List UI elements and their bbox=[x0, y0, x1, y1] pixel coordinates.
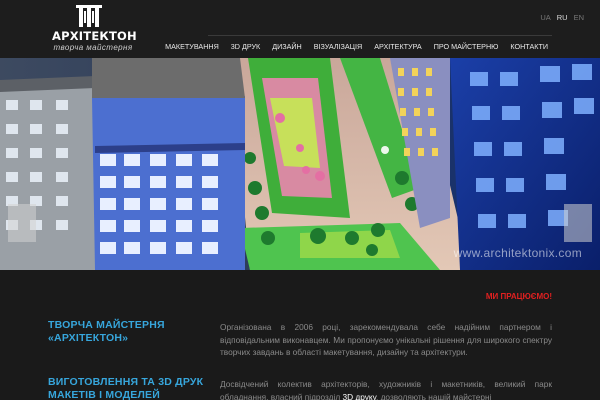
site-header: АРХІТЕКТОН творча майстерня UA RU EN МАК… bbox=[0, 0, 600, 58]
brand-tagline: творча майстерня bbox=[53, 43, 133, 52]
section-title-line: ВИГОТОВЛЕННЯ ТА 3D ДРУК bbox=[48, 376, 204, 388]
logo-columns-icon bbox=[76, 5, 102, 27]
brand-name: АРХІТЕКТОН bbox=[52, 29, 137, 43]
nav-item-architecture[interactable]: АРХІТЕКТУРА bbox=[374, 42, 422, 51]
link-3d-print[interactable]: 3D друку bbox=[343, 392, 376, 400]
section-title-3d-print: ВИГОТОВЛЕННЯ ТА 3D ДРУК МАКЕТІВ І МОДЕЛЕ… bbox=[48, 376, 203, 400]
nav-item-contacts[interactable]: КОНТАКТИ bbox=[510, 42, 548, 51]
nav-item-design[interactable]: ДИЗАЙН bbox=[272, 42, 302, 51]
we-work-tagline: МИ ПРАЦЮЄМО! bbox=[485, 292, 552, 301]
language-switcher: UA RU EN bbox=[540, 13, 584, 22]
nav-item-about[interactable]: ПРО МАЙСТЕРНЮ bbox=[434, 42, 499, 51]
section-title-line: МАКЕТІВ І МОДЕЛЕЙ bbox=[48, 389, 160, 400]
nav-item-visualization[interactable]: ВІЗУАЛІЗАЦІЯ bbox=[314, 42, 362, 51]
section-text-workshop: Організована в 2006 році, зарекомендувал… bbox=[220, 322, 552, 357]
main-nav: МАКЕТУВАННЯ 3D ДРУК ДИЗАЙН ВІЗУАЛІЗАЦІЯ … bbox=[153, 42, 548, 51]
section-title-line: ТВОРЧА МАЙСТЕРНЯ bbox=[48, 319, 165, 331]
section-text-3d-print: Досвідчений колектив архітекторів, худож… bbox=[220, 378, 552, 400]
main-content: МИ ПРАЦЮЄМО! ТВОРЧА МАЙСТЕРНЯ «АРХІТЕКТО… bbox=[0, 270, 600, 400]
slider-prev-button[interactable] bbox=[8, 204, 36, 242]
section-title-line: «АРХІТЕКТОН» bbox=[48, 332, 129, 344]
section-text-part: , дозволяють нашій майстерні bbox=[375, 391, 492, 400]
logo[interactable]: АРХІТЕКТОН творча майстерня bbox=[52, 5, 137, 53]
lang-en[interactable]: EN bbox=[574, 13, 584, 22]
nav-divider bbox=[208, 35, 552, 36]
nav-item-3d-print[interactable]: 3D ДРУК bbox=[231, 42, 260, 51]
hero-watermark: www.architektonix.com bbox=[453, 246, 582, 260]
hero-slider: www.architektonix.com bbox=[0, 58, 600, 270]
lang-ua[interactable]: UA bbox=[540, 13, 550, 22]
lang-ru[interactable]: RU bbox=[557, 13, 568, 22]
hero-image bbox=[0, 58, 600, 270]
nav-item-modeling[interactable]: МАКЕТУВАННЯ bbox=[165, 42, 219, 51]
section-title-workshop: ТВОРЧА МАЙСТЕРНЯ «АРХІТЕКТОН» bbox=[48, 319, 165, 345]
slider-next-button[interactable] bbox=[564, 204, 592, 242]
